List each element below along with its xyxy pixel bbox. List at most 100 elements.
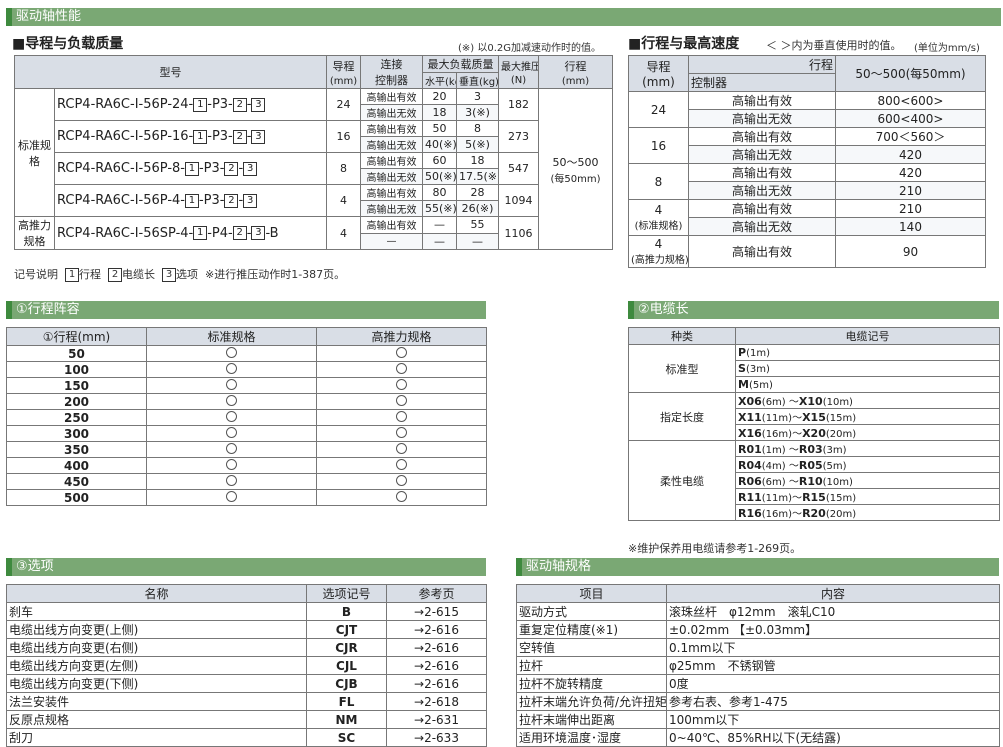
v-cell: 17.5(※) [456, 168, 499, 185]
stroke-row: 350 [6, 441, 487, 458]
v-cell: 5(※) [456, 136, 499, 153]
lead-cell: 8 [326, 152, 361, 185]
lead-load-note: (※) 以0.2G加减速动作时的值。 [458, 43, 602, 54]
model-cell: RCP4-RA6C-I-56P-8- 1 -P3- 2-3 [54, 152, 327, 185]
option-page-ref: →2-615 [386, 602, 487, 621]
stroke-value: 500 [6, 489, 147, 506]
spec-row: 拉杆末端伸出距离 100mm以下 [516, 710, 1000, 729]
speed-unit: (单位为mm/s) [914, 43, 980, 54]
cable-type: 柔性电缆 [628, 440, 736, 521]
spec-title: 驱动轴规格 [526, 559, 592, 574]
cable-table: 种类 电缆记号 标准型 P(1m) S(3m) M(5m) 指定长度 X06(6m) ～X… [628, 327, 1000, 521]
stroke-row: 300 [6, 425, 487, 442]
stroke-value: 100 [6, 361, 147, 378]
spec-row: 重复定位精度(※1) ±0.02mm 【±0.03mm】 [516, 620, 1000, 639]
lead-cell: 24 [326, 88, 361, 121]
spec-content: 滚珠丝杆 φ12mm 滚轧C10 [666, 602, 1000, 621]
spec-item: 拉杆末端允许负荷/允许扭矩 [516, 692, 667, 711]
option-page-ref: →2-631 [386, 710, 487, 729]
header-marker [628, 301, 634, 319]
high-thrust-availability [316, 441, 487, 458]
col-max-load: 最大负载质量 [422, 55, 499, 73]
option-row: 反原点规格 NM →2-631 [6, 710, 487, 729]
speed-value-cell: 420 [835, 145, 986, 164]
stroke-row: 100 [6, 361, 487, 378]
spec-item: 拉杆末端伸出距离 [516, 710, 667, 729]
option-name: 电缆出线方向变更(左侧) [6, 656, 307, 675]
high-thrust-availability [316, 377, 487, 394]
stroke-value: 350 [6, 441, 147, 458]
option-name: 刮刀 [6, 728, 307, 747]
speed-col-lead: 导程 (mm) [628, 55, 689, 92]
stroke-row: 500 [6, 489, 487, 506]
main-header-title: 驱动轴性能 [16, 9, 82, 24]
options-header-bar: ③选项 [6, 558, 486, 576]
available-circle-icon [226, 378, 237, 390]
ctrl-cell: 高输出有效 [360, 120, 423, 137]
option-row: 法兰安装件 FL →2-618 [6, 692, 487, 711]
speed-value-cell: 800<600> [835, 91, 986, 110]
col-push: 最大推压力(N) [498, 55, 539, 89]
high-thrust-availability [316, 473, 487, 490]
stroke-value: 450 [6, 473, 147, 490]
speed-ctrl-cell: 高输出有效 [688, 235, 836, 268]
col-controller: 连接 控制器 [360, 55, 423, 89]
v-cell: 28 [456, 184, 499, 201]
available-circle-icon [396, 362, 407, 374]
speed-ctrl-cell: 高输出无效 [688, 109, 836, 128]
speed-lead-cell: 24 [628, 91, 689, 128]
standard-availability [146, 441, 317, 458]
cable-code: R06(6m) ～R10(10m) [735, 472, 1000, 489]
stroke-col-3: 高推力规格 [316, 327, 487, 346]
spec-content: φ25mm 不锈钢管 [666, 656, 1000, 675]
cable-code: R04(4m) ～R05(5m) [735, 456, 1000, 473]
speed-ctrl-cell: 高输出有效 [688, 91, 836, 110]
high-thrust-availability [316, 489, 487, 506]
high-thrust-availability [316, 361, 487, 378]
available-circle-icon [226, 442, 237, 454]
col-stroke: 行程 (mm) [538, 55, 613, 89]
spec-content: 0.1mm以下 [666, 638, 1000, 657]
col-model: 型号 [14, 55, 327, 89]
stroke-row: 400 [6, 457, 487, 474]
high-thrust-availability [316, 393, 487, 410]
cable-note: ※维护保养用电缆请参考1-269页。 [628, 542, 802, 555]
push-cell: 547 [498, 152, 539, 185]
option-code: NM [306, 710, 387, 729]
speed-value-cell: 210 [835, 181, 986, 200]
spec-col-2: 内容 [666, 584, 1000, 603]
lead-load-table: 型号 导程(mm) 连接控制器 最大负载质量 最大推压力(N) 行程(mm) 水… [14, 55, 613, 250]
high-thrust-availability [316, 457, 487, 474]
standard-availability [146, 409, 317, 426]
spec-item: 拉杆 [516, 656, 667, 675]
options-table: 名称 选项记号 参考页 刹车 B →2-615 电缆出线方向变更(上侧) CJT →2-6… [6, 584, 487, 747]
standard-availability [146, 361, 317, 378]
cable-code: S(3m) [735, 360, 1000, 377]
v-cell: — [456, 232, 499, 250]
speed-value-cell: 600<400> [835, 109, 986, 128]
cable-col-2: 电缆记号 [735, 327, 1000, 345]
option-code: B [306, 602, 387, 621]
option-name: 电缆出线方向变更(右侧) [6, 638, 307, 657]
high-thrust-availability [316, 345, 487, 362]
option-page-ref: →2-616 [386, 620, 487, 639]
speed-ctrl-cell: 高输出有效 [688, 163, 836, 182]
spec-table: 项目 内容 驱动方式 滚珠丝杆 φ12mm 滚轧C10 重复定位精度(※1) ±0.0… [516, 584, 1000, 747]
h-cell: 60 [422, 152, 457, 169]
v-cell: 26(※) [456, 200, 499, 217]
available-circle-icon [226, 394, 237, 406]
options-col-1: 名称 [6, 584, 307, 603]
option-row: 电缆出线方向变更(上侧) CJT →2-616 [6, 620, 487, 639]
stroke-range-cell: 50～500 (每50mm) [538, 88, 613, 250]
available-circle-icon [226, 346, 237, 358]
stroke-row: 50 [6, 345, 487, 362]
stroke-value: 400 [6, 457, 147, 474]
option-row: 刹车 B →2-615 [6, 602, 487, 621]
stroke-value: 150 [6, 377, 147, 394]
speed-value-cell: 210 [835, 199, 986, 218]
high-thrust-availability [316, 409, 487, 426]
spec-item: 驱动方式 [516, 602, 667, 621]
stroke-value: 50 [6, 345, 147, 362]
push-cell: 1094 [498, 184, 539, 217]
spec-item: 重复定位精度(※1) [516, 620, 667, 639]
